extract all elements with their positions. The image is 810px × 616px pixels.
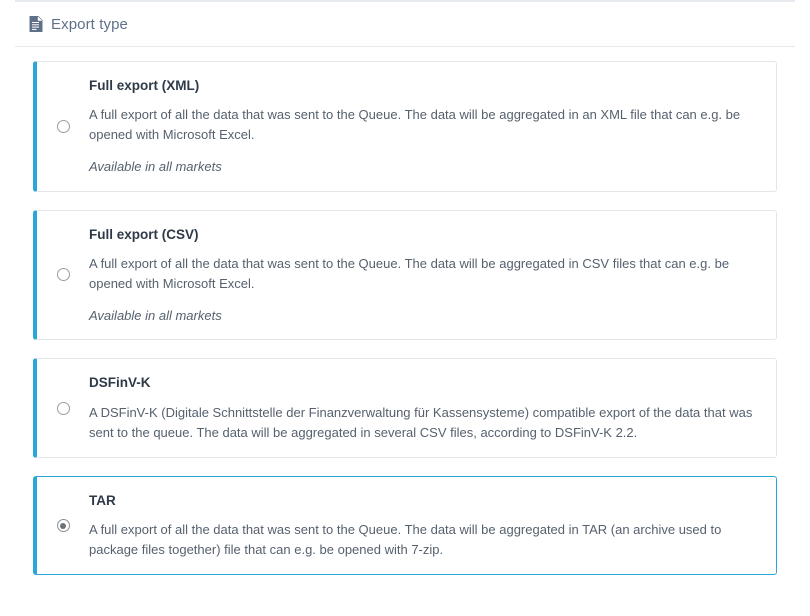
radio-column-dsfinv-k[interactable] (37, 373, 89, 442)
section-header: Export type (15, 0, 795, 47)
option-description-csv: A full export of all the data that was s… (89, 255, 730, 291)
radio-dsfinv-k[interactable] (56, 401, 70, 415)
export-option-tar[interactable]: TAR A full export of all the data that w… (33, 475, 777, 576)
export-option-dsfinv-k[interactable]: DSFinV-K A DSFinV-K (Digitale Schnittste… (33, 358, 777, 458)
radio-column-xml[interactable] (37, 76, 89, 177)
option-title-xml: Full export (XML) (89, 78, 200, 93)
export-type-panel: Export type Full export (XML) A full exp… (0, 0, 810, 576)
option-content-dsfinv-k: DSFinV-K A DSFinV-K (Digitale Schnittste… (89, 373, 758, 442)
option-title-csv: Full export (CSV) (89, 226, 199, 242)
option-description-tar: A full export of all the data that was s… (89, 521, 722, 558)
export-option-full-export-csv[interactable]: Full export (CSV) A full export of all t… (33, 209, 777, 341)
radio-column-tar[interactable] (37, 491, 89, 560)
radio-column-csv[interactable] (37, 225, 89, 326)
option-title-dsfinv-k: DSFinV-K (89, 375, 151, 391)
option-content-tar: TAR A full export of all the data that w… (89, 491, 758, 560)
export-option-list: Full export (XML) A full export of all t… (0, 47, 810, 576)
radio-full-export-xml[interactable] (56, 119, 70, 133)
option-note-xml: Available in all markets (89, 159, 222, 175)
option-title-tar: TAR (89, 492, 116, 508)
export-option-full-export-xml[interactable]: Full export (XML) A full export of all t… (33, 61, 777, 192)
option-description-xml: A full export of all the data that was s… (89, 107, 741, 143)
section-header-inner: Export type (15, 16, 128, 33)
option-description-dsfinv-k: A DSFinV-K (Digitale Schnittstelle der F… (89, 404, 753, 440)
file-document-icon (29, 16, 43, 32)
option-note-csv: Available in all markets (89, 308, 222, 324)
radio-full-export-csv[interactable] (56, 268, 70, 282)
option-content-csv: Full export (CSV) A full export of all t… (89, 225, 758, 326)
page-title: Export type (51, 15, 128, 33)
radio-tar[interactable] (56, 519, 70, 533)
option-content-xml: Full export (XML) A full export of all t… (89, 76, 758, 177)
